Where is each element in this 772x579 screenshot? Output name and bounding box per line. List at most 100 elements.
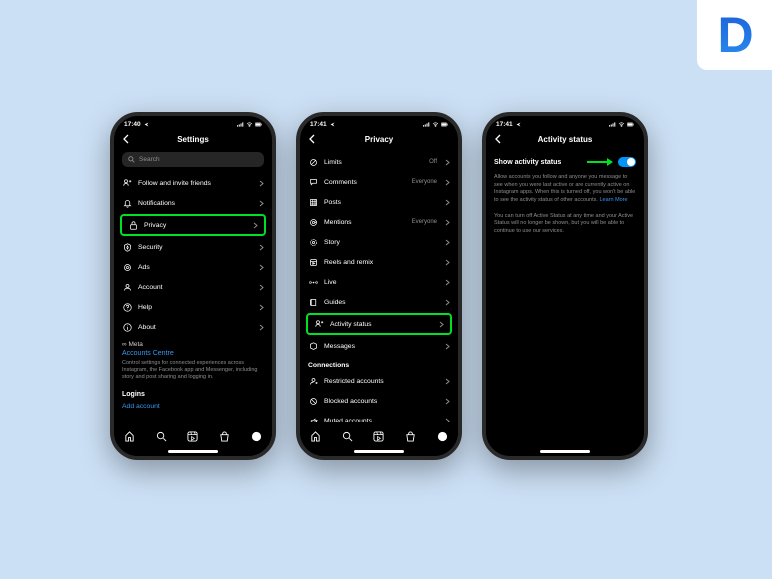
connections-row-blocked-accounts[interactable]: Blocked accounts (300, 391, 458, 411)
settings-content: Search Follow and invite friendsNotifica… (114, 152, 272, 422)
battery-icon (255, 122, 262, 127)
row-label: Security (138, 244, 253, 251)
privacy-row-live[interactable]: Live (300, 272, 458, 292)
restricted-icon (308, 376, 318, 386)
privacy-row-story[interactable]: Story (300, 232, 458, 252)
nav-search-icon[interactable] (342, 431, 353, 442)
back-button[interactable] (122, 134, 130, 144)
status-time: 17:40 (124, 121, 141, 128)
row-label: Guides (324, 299, 439, 306)
add-account-link[interactable]: Add account (114, 400, 272, 413)
home-indicator (168, 450, 218, 453)
phone-notch (163, 116, 223, 128)
invite-icon (122, 178, 132, 188)
activity-description-1: Allow accounts you follow and anyone you… (486, 172, 644, 211)
chevron-right-icon (445, 219, 450, 226)
nav-shopping-icon[interactable] (405, 431, 416, 442)
connections-row-muted-accounts[interactable]: Muted accounts (300, 411, 458, 422)
wifi-icon (246, 122, 253, 127)
nav-reels-icon[interactable] (187, 431, 198, 442)
activity-description-2: You can turn off Active Status at any ti… (486, 211, 644, 242)
phone-row: 17:40 Settings Search Follow and invite (110, 112, 648, 460)
privacy-row-messages[interactable]: Messages (300, 336, 458, 356)
nav-profile-icon[interactable] (437, 431, 448, 442)
wifi-icon (432, 122, 439, 127)
settings-row-follow-and-invite-friends[interactable]: Follow and invite friends (114, 173, 272, 193)
brand-logo-corner: D (697, 0, 772, 70)
activity-toggle[interactable] (618, 157, 636, 167)
wifi-icon (618, 122, 625, 127)
back-button[interactable] (308, 134, 316, 144)
row-label: Story (324, 239, 439, 246)
chevron-right-icon (259, 180, 264, 187)
person-icon (122, 282, 132, 292)
settings-row-help[interactable]: Help (114, 297, 272, 317)
row-label: Restricted accounts (324, 378, 439, 385)
row-label: Limits (324, 159, 423, 166)
phone-notch (349, 116, 409, 128)
privacy-row-guides[interactable]: Guides (300, 292, 458, 312)
show-activity-toggle-row: Show activity status (486, 152, 644, 172)
location-icon (143, 122, 150, 127)
privacy-row-posts[interactable]: Posts (300, 192, 458, 212)
nav-home-icon[interactable] (310, 431, 321, 442)
posts-icon (308, 197, 318, 207)
chevron-right-icon (259, 264, 264, 271)
learn-more-link[interactable]: Learn More (599, 197, 627, 203)
screen-header: Activity status (486, 130, 644, 150)
accounts-centre-link[interactable]: Accounts Centre (122, 350, 264, 357)
ads-icon (122, 262, 132, 272)
row-label: Comments (324, 179, 406, 186)
meta-description: Control settings for connected experienc… (122, 360, 264, 381)
row-value: Off (429, 159, 437, 165)
chevron-right-icon (445, 378, 450, 385)
chevron-left-icon (494, 134, 501, 144)
row-label: Help (138, 304, 253, 311)
battery-icon (441, 122, 448, 127)
chevron-right-icon (445, 239, 450, 246)
back-button[interactable] (494, 134, 502, 144)
nav-reels-icon[interactable] (373, 431, 384, 442)
privacy-row-limits[interactable]: Limits Off (300, 152, 458, 172)
toggle-label: Show activity status (494, 159, 582, 166)
messages-icon (308, 341, 318, 351)
nav-home-icon[interactable] (124, 431, 135, 442)
settings-row-security[interactable]: Security (114, 237, 272, 257)
phone-privacy: 17:41 Privacy LimitsOffCommentsEveryoneP… (296, 112, 462, 460)
chevron-left-icon (122, 134, 129, 144)
connections-row-restricted-accounts[interactable]: Restricted accounts (300, 371, 458, 391)
search-icon (128, 156, 135, 163)
battery-icon (627, 122, 634, 127)
settings-row-about[interactable]: About (114, 317, 272, 337)
privacy-row-activity-status[interactable]: Activity status (306, 313, 452, 335)
privacy-row-mentions[interactable]: MentionsEveryone (300, 212, 458, 232)
chevron-right-icon (445, 159, 450, 166)
settings-row-ads[interactable]: Ads (114, 257, 272, 277)
phone-settings: 17:40 Settings Search Follow and invite (110, 112, 276, 460)
settings-row-notifications[interactable]: Notifications (114, 193, 272, 213)
settings-row-privacy[interactable]: Privacy (120, 214, 266, 236)
nav-profile-icon[interactable] (251, 431, 262, 442)
lock-icon (128, 220, 138, 230)
phone-notch (535, 116, 595, 128)
chevron-right-icon (439, 321, 444, 328)
reels-icon (308, 257, 318, 267)
privacy-row-comments[interactable]: CommentsEveryone (300, 172, 458, 192)
nav-search-icon[interactable] (156, 431, 167, 442)
live-icon (308, 277, 318, 287)
row-label: Messages (324, 343, 439, 350)
connections-header: Connections (300, 356, 458, 371)
info-icon (122, 322, 132, 332)
row-label: Privacy (144, 222, 247, 229)
settings-row-account[interactable]: Account (114, 277, 272, 297)
privacy-row-reels-and-remix[interactable]: Reels and remix (300, 252, 458, 272)
logins-header: Logins (114, 385, 272, 400)
nav-shopping-icon[interactable] (219, 431, 230, 442)
signal-icon (423, 122, 430, 127)
row-label: About (138, 324, 253, 331)
page-title: Settings (114, 135, 272, 144)
story-icon (308, 237, 318, 247)
status-time: 17:41 (496, 121, 513, 128)
row-label: Ads (138, 264, 253, 271)
search-input[interactable]: Search (122, 152, 264, 167)
